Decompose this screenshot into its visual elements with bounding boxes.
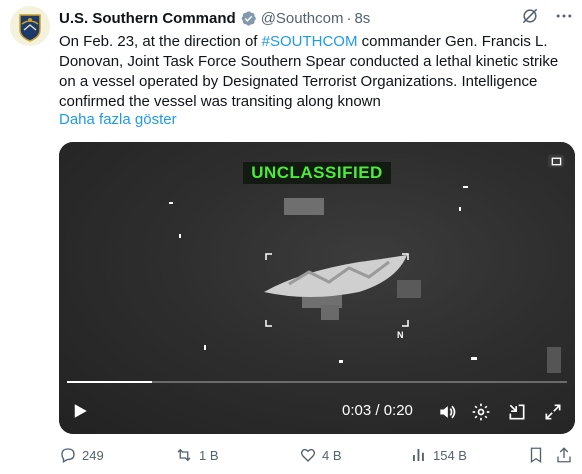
share-icon	[557, 447, 571, 463]
avatar[interactable]	[10, 6, 50, 46]
grok-icon[interactable]	[520, 6, 540, 26]
settings-gear-icon[interactable]	[471, 402, 491, 427]
minimize-icon[interactable]	[507, 402, 527, 427]
volume-icon[interactable]	[437, 402, 457, 427]
bookmark-icon	[530, 447, 542, 464]
show-more-link[interactable]: Daha fazla göster	[59, 111, 177, 128]
southcom-emblem-icon	[10, 6, 50, 46]
heart-icon	[300, 448, 316, 462]
repost-icon	[177, 448, 191, 462]
like-button[interactable]: 4 B	[299, 446, 342, 464]
bookmark-button[interactable]	[527, 446, 545, 464]
unclassified-label: UNCLASSIFIED	[243, 162, 391, 184]
video-player[interactable]: UNCLASSIFIED N 0:03 / 0:20	[59, 142, 575, 434]
tweet-header: U.S. Southern Command @Southcom · 8s	[59, 7, 370, 29]
repost-count: 1 B	[199, 447, 219, 463]
header-actions	[520, 6, 574, 26]
like-count: 4 B	[322, 447, 342, 463]
tweet-text-part: On Feb. 23, at the direction of	[59, 33, 262, 50]
verified-badge-icon	[240, 10, 257, 27]
view-count: 154 B	[433, 447, 467, 463]
views-button[interactable]: 154 B	[410, 446, 467, 464]
share-button[interactable]	[555, 446, 573, 464]
video-marker-label: N	[397, 330, 404, 340]
author-name[interactable]: U.S. Southern Command	[59, 10, 236, 27]
progress-bar[interactable]	[67, 381, 567, 383]
repost-button[interactable]: 1 B	[174, 446, 219, 464]
views-icon	[413, 449, 424, 461]
timestamp[interactable]: 8s	[354, 10, 370, 27]
reply-icon	[61, 448, 75, 463]
play-icon[interactable]	[71, 402, 89, 425]
video-controls: 0:03 / 0:20	[59, 388, 575, 434]
separator-dot: ·	[346, 9, 352, 27]
picture-in-picture-icon[interactable]	[545, 150, 567, 177]
tweet-actions: 249 1 B 4 B 154 B	[59, 446, 575, 470]
tweet-text: On Feb. 23, at the direction of #SOUTHCO…	[59, 32, 573, 112]
video-timecode: 0:03 / 0:20	[342, 402, 413, 419]
hashtag-link[interactable]: #SOUTHCOM	[262, 33, 358, 50]
reply-count: 249	[82, 447, 104, 463]
reply-button[interactable]: 249	[59, 446, 104, 464]
author-handle[interactable]: @Southcom	[261, 10, 344, 27]
more-options-icon[interactable]	[554, 6, 574, 26]
progress-fill	[67, 381, 152, 383]
fullscreen-icon[interactable]	[543, 402, 563, 427]
